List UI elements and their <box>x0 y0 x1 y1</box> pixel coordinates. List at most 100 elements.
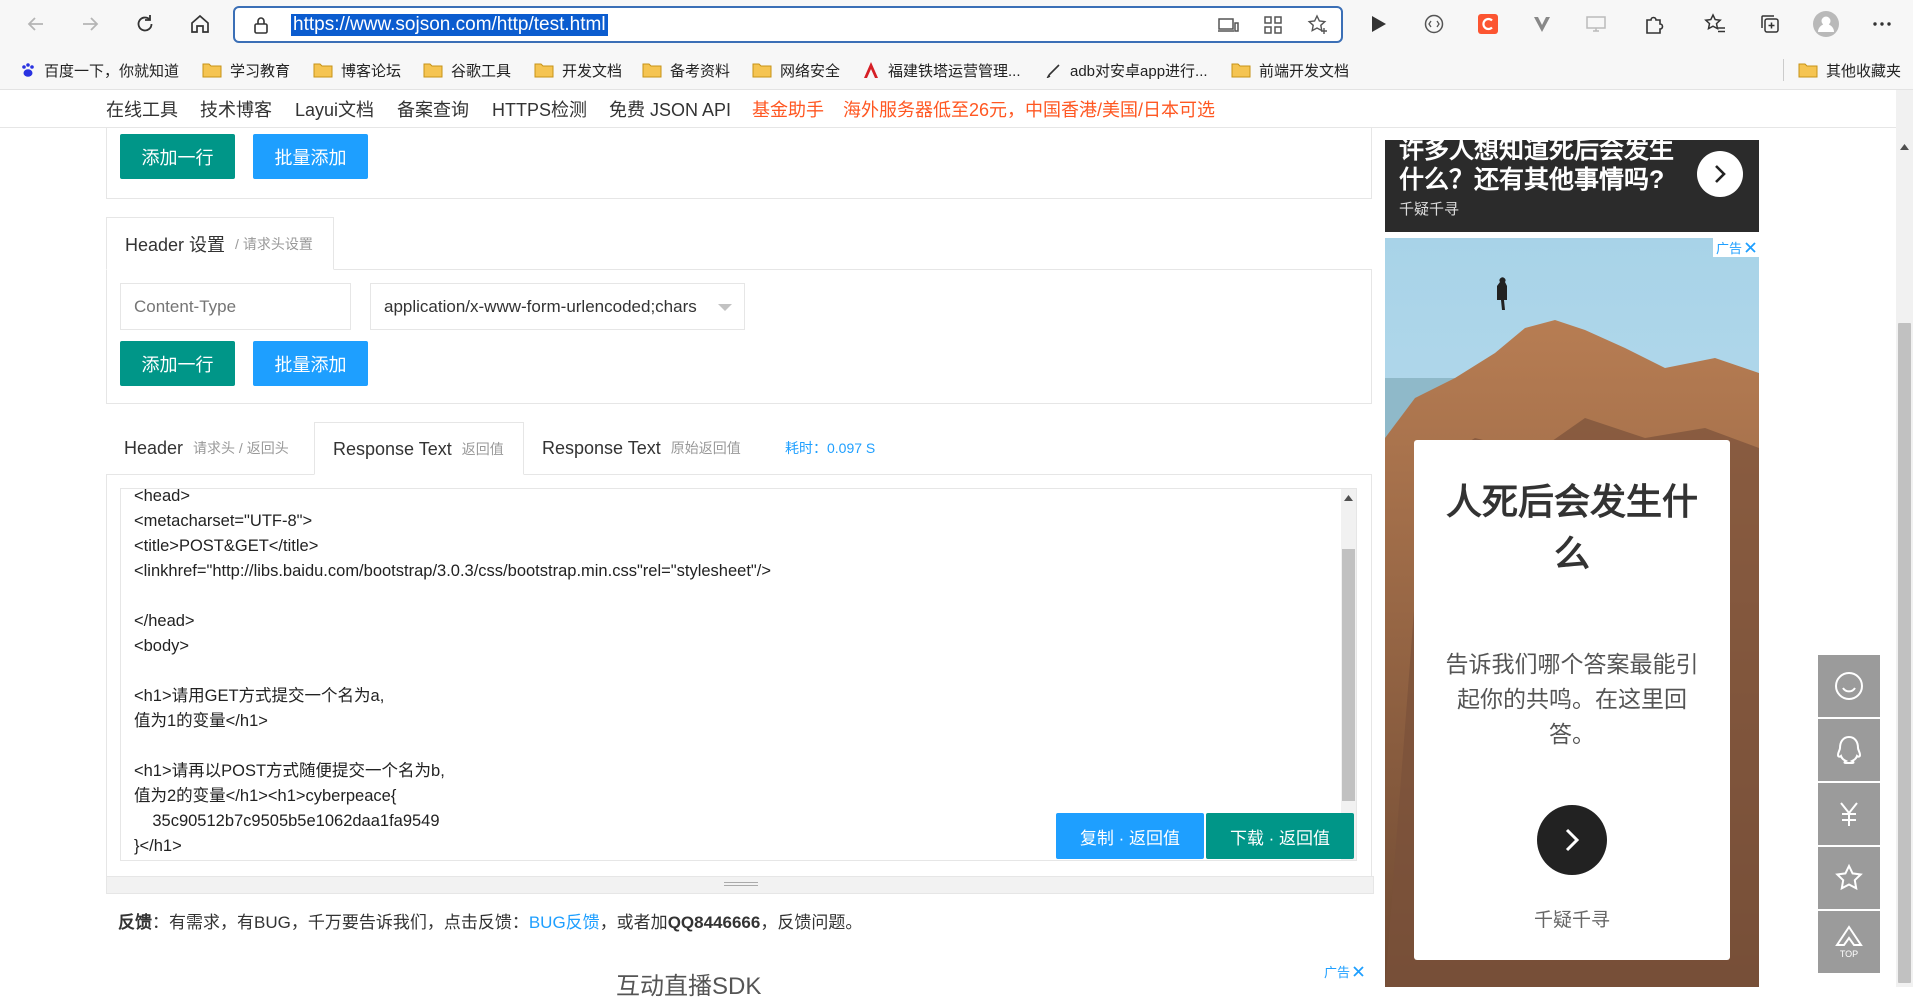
qq-icon[interactable] <box>1818 719 1880 781</box>
screen-extension-icon[interactable] <box>1578 6 1614 42</box>
bottom-ad-title[interactable]: 互动直播SDK <box>616 966 761 1001</box>
nav-fund-helper[interactable]: 基金助手 <box>752 96 824 122</box>
bookmark-label: 开发文档 <box>562 62 623 80</box>
bookmark-folder[interactable]: 开发文档 <box>534 59 622 81</box>
page-scroll-up-icon[interactable] <box>1900 144 1909 150</box>
header-settings-tab[interactable]: Header 设置 / 请求头设置 <box>106 217 334 270</box>
tab-label: Response Text <box>333 438 452 459</box>
lock-icon[interactable] <box>253 16 269 34</box>
bookmark-folder[interactable]: 前端开发文档 <box>1231 59 1349 81</box>
star-icon[interactable] <box>1818 847 1880 909</box>
bookmark-other-folder[interactable]: 其他收藏夹 <box>1798 59 1901 81</box>
close-icon[interactable] <box>1745 242 1756 253</box>
header-value-select[interactable]: application/x-www-form-urlencoded;chars <box>370 283 745 330</box>
play-icon[interactable] <box>1360 6 1396 42</box>
tab-label: Response Text <box>542 437 661 458</box>
response-line: }</h1> <box>134 837 182 855</box>
response-line: 值为2的变量</h1><h1>cyberpeace{ <box>134 787 397 805</box>
bookmark-label: 博客论坛 <box>341 62 402 80</box>
scroll-up-icon[interactable] <box>1344 495 1353 501</box>
collections-icon[interactable] <box>1752 6 1788 42</box>
more-menu-icon[interactable] <box>1864 6 1900 42</box>
folder-icon <box>752 62 772 78</box>
bookmark-folder[interactable]: 备考资料 <box>642 59 730 81</box>
chevron-right-icon[interactable] <box>1697 151 1743 197</box>
feedback-label: 反馈 <box>118 913 152 932</box>
dropdown-arrow-icon <box>718 304 732 312</box>
bookmark-label: 前端开发文档 <box>1259 62 1350 80</box>
ad-main-brand: 千疑千寻 <box>1533 910 1610 931</box>
page-scrollbar-top <box>1896 90 1913 128</box>
copy-response-button[interactable]: 复制 · 返回值 <box>1056 813 1204 859</box>
home-icon[interactable] <box>182 6 218 42</box>
address-bar[interactable]: https://www.sojson.com/http/test.html <box>233 6 1343 43</box>
back-icon[interactable] <box>18 6 54 42</box>
tab-raw-response[interactable]: Response Text 原始返回值 <box>542 422 741 474</box>
bookmark-tower[interactable]: 福建铁塔运营管理... <box>862 59 1021 81</box>
puzzle-icon[interactable] <box>1636 6 1672 42</box>
bookmark-baidu[interactable]: 百度一下，你就知道 <box>20 59 179 81</box>
response-textarea[interactable]: <head> <metacharset="UTF-8"> <title>POST&G… <box>120 488 1357 861</box>
bookmark-adb[interactable]: adb对安卓app进行... <box>1046 59 1208 81</box>
forward-icon[interactable] <box>72 6 108 42</box>
ad-main-content: 人死后会发生什么 告诉我们哪个答案最能引起你的共鸣。在这里回答。 千疑千寻 <box>1414 440 1730 960</box>
ad-main-title: 人死后会发生什么 <box>1445 481 1698 574</box>
response-scrollbar[interactable] <box>1341 489 1356 860</box>
tab-label: Header <box>124 437 184 458</box>
tab-header[interactable]: Header 请求头 / 返回头 <box>124 422 289 474</box>
header-batch-add-button[interactable]: 批量添加 <box>253 341 368 386</box>
reload-icon[interactable] <box>127 6 163 42</box>
ad-main-card[interactable]: 广告 人死后会发生什么 告诉我们哪个答案最能引起你的共鸣。在这里回答。 千疑千寻 <box>1385 238 1759 987</box>
tower-logo-icon <box>862 61 880 79</box>
smile-icon[interactable] <box>1818 655 1880 717</box>
add-favorite-icon[interactable] <box>1307 14 1329 36</box>
url-text[interactable]: https://www.sojson.com/http/test.html <box>291 14 608 36</box>
resize-handle[interactable] <box>106 876 1374 894</box>
nav-online-tools[interactable]: 在线工具 <box>106 96 178 122</box>
site-nav: 在线工具 技术博客 Layui文档 备案查询 HTTPS检测 免费 JSON A… <box>0 90 1900 128</box>
header-value-text: application/x-www-form-urlencoded;chars <box>384 296 697 316</box>
params-add-row-button[interactable]: 添加一行 <box>120 134 235 179</box>
top-icon[interactable]: TOP <box>1818 911 1880 973</box>
header-add-row-button[interactable]: 添加一行 <box>120 341 235 386</box>
app-grid-icon[interactable] <box>1263 15 1283 35</box>
v-extension-icon[interactable] <box>1524 6 1560 42</box>
header-key-input[interactable]: Content-Type <box>120 283 351 330</box>
device-icon[interactable] <box>1217 16 1239 34</box>
favorites-icon[interactable] <box>1697 6 1733 42</box>
scroll-thumb[interactable] <box>1342 549 1355 801</box>
response-line: </head> <box>134 612 195 630</box>
bookmark-folder[interactable]: 谷歌工具 <box>423 59 511 81</box>
ad-main-badge[interactable]: 广告 <box>1713 238 1759 257</box>
nav-json-api[interactable]: 免费 JSON API <box>609 96 731 122</box>
bug-feedback-link[interactable]: BUG反馈 <box>529 913 600 932</box>
bookmark-folder[interactable]: 网络安全 <box>752 59 840 81</box>
nav-layui-docs[interactable]: Layui文档 <box>295 96 374 122</box>
params-batch-add-button[interactable]: 批量添加 <box>253 134 368 179</box>
bottom-ad-badge[interactable]: 广告 <box>1324 962 1364 981</box>
extension-circle-icon[interactable] <box>1416 6 1452 42</box>
profile-avatar-icon[interactable] <box>1808 6 1844 42</box>
ad-top-card[interactable]: 许多人想知道死后会发生 什么？还有其他事情吗? 千疑千寻 <box>1385 136 1759 232</box>
download-response-button[interactable]: 下载 · 返回值 <box>1206 813 1354 859</box>
page-scroll-thumb[interactable] <box>1898 323 1911 983</box>
nav-tech-blog[interactable]: 技术博客 <box>200 96 272 122</box>
tab-response-text[interactable]: Response Text 返回值 <box>314 422 524 475</box>
tab-sub: 返回值 <box>461 441 504 457</box>
response-line: <body> <box>134 637 190 655</box>
ad-chevron-right-icon[interactable] <box>1537 805 1607 875</box>
folder-icon <box>642 62 662 78</box>
tab-sub: 请求头 / 返回头 <box>193 440 289 456</box>
nav-https-check[interactable]: HTTPS检测 <box>492 96 587 122</box>
page-scrollbar[interactable] <box>1896 128 1913 987</box>
csdn-extension-icon[interactable] <box>1470 6 1506 42</box>
bookmark-folder[interactable]: 学习教育 <box>202 59 290 81</box>
nav-icp-query[interactable]: 备案查询 <box>397 96 469 122</box>
bookmark-folder[interactable]: 博客论坛 <box>313 59 401 81</box>
close-icon[interactable] <box>1353 966 1364 977</box>
nav-server-promo[interactable]: 海外服务器低至26元，中国香港/美国/日本可选 <box>843 96 1215 122</box>
response-line: <linkhref="http://libs.baidu.com/bootstr… <box>134 562 771 580</box>
bookmark-label: 备考资料 <box>670 62 731 80</box>
response-line: <h1>请再以POST方式随便提交一个名为b, <box>134 762 445 780</box>
yen-icon[interactable] <box>1818 783 1880 845</box>
